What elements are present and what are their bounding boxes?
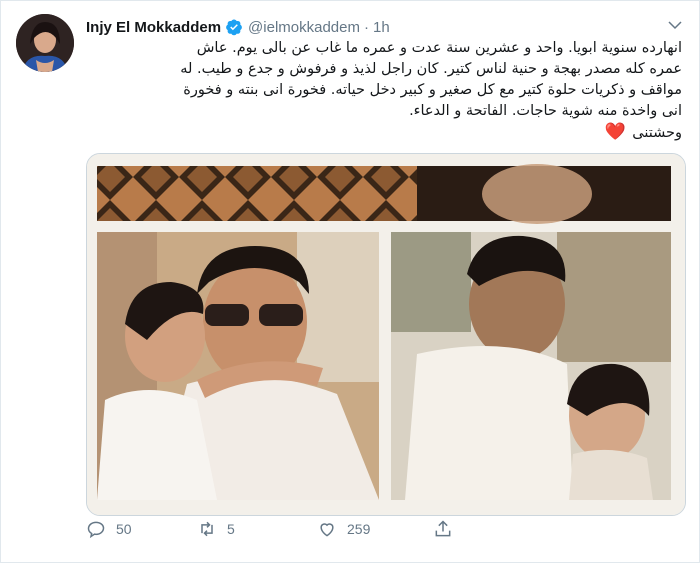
avatar-photo [16, 14, 74, 72]
reply-count: 50 [116, 521, 132, 537]
tweet-text: انهارده سنوية ابويا. واحد و عشرين سنة عد… [86, 38, 682, 144]
tweet-text-line: انهارده سنوية ابويا. واحد و عشرين سنة عد… [196, 40, 682, 56]
tweet-text-line: وحشتنى [632, 125, 682, 141]
tweet-timestamp[interactable]: 1h [373, 19, 390, 36]
retweet-icon [201, 521, 213, 537]
verified-badge-icon [225, 18, 243, 36]
tweet-text-last-line: وحشتنى ❤️ [86, 122, 682, 144]
author-handle[interactable]: @ielmokkaddem [248, 19, 360, 36]
share-icon [435, 520, 451, 537]
retweet-count: 5 [227, 521, 235, 537]
heart-icon [320, 523, 334, 537]
like-count: 259 [347, 521, 371, 537]
chevron-down-icon[interactable] [666, 16, 684, 34]
tweet-text-line: عمره كله مصدر بهجة و حنية لناس كتير. كان… [180, 61, 682, 77]
tweet-photo[interactable] [86, 153, 686, 516]
tweet-header: Injy El Mokkaddem @ielmokkaddem · 1h [86, 16, 390, 38]
reply-button[interactable]: 50 [86, 516, 132, 542]
share-button[interactable] [433, 516, 463, 542]
like-button[interactable]: 259 [317, 516, 370, 542]
tweet-text-line: مواقف و ذكريات حلوة كتير مع كل صغير و كب… [183, 82, 682, 98]
reply-icon [87, 521, 105, 539]
tweet-actions: 50 5 259 [86, 516, 586, 542]
red-heart-emoji: ❤️ [604, 122, 626, 142]
author-name[interactable]: Injy El Mokkaddem [86, 19, 221, 36]
family-photo-collage [87, 154, 685, 515]
author-avatar[interactable] [16, 14, 74, 72]
retweet-button[interactable]: 5 [197, 516, 235, 542]
tweet-text-line: انى واخدة منه شوية حاجات. الفاتحة و الدع… [409, 103, 682, 119]
separator-dot: · [363, 18, 369, 36]
